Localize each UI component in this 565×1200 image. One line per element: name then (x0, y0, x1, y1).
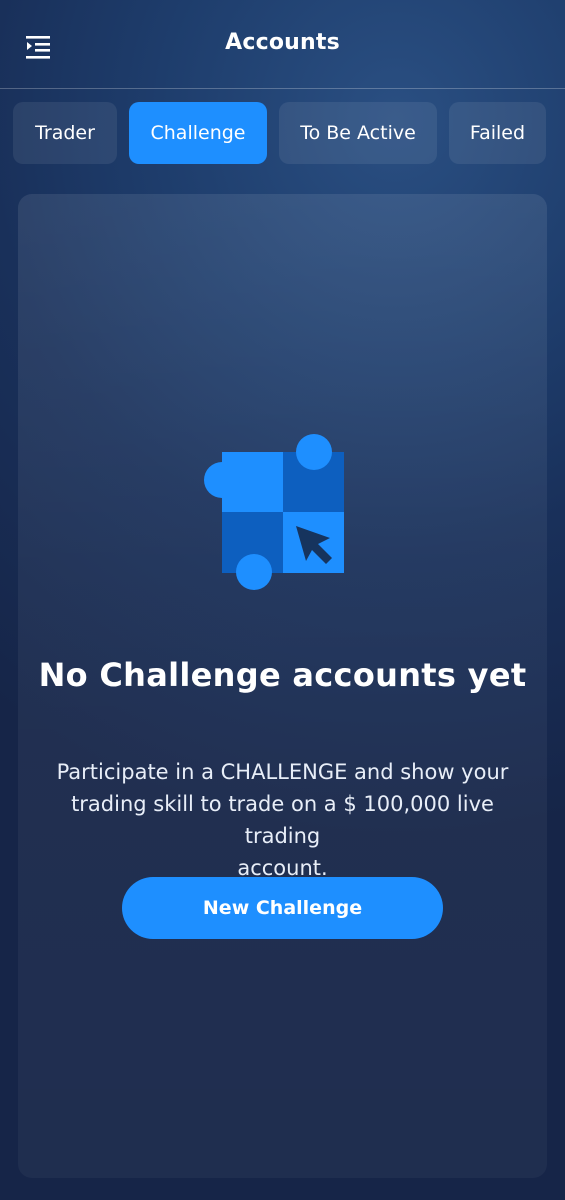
app-header: Accounts (0, 0, 565, 89)
account-tabs: Trader Challenge To Be Active Failed (0, 102, 565, 166)
description-line: Participate in a CHALLENGE and show your (56, 760, 509, 784)
challenge-grid-cursor-icon (200, 430, 370, 600)
tab-challenge[interactable]: Challenge (129, 102, 267, 164)
tab-to-be-active[interactable]: To Be Active (279, 102, 437, 164)
empty-state-description: Participate in a CHALLENGE and show your… (30, 756, 535, 884)
page-title: Accounts (225, 30, 340, 55)
description-line: trading skill to trade on a $ 100,000 li… (71, 792, 494, 848)
tab-failed[interactable]: Failed (449, 102, 546, 164)
empty-state-title: No Challenge accounts yet (38, 656, 527, 694)
tab-trader[interactable]: Trader (13, 102, 117, 164)
new-challenge-button[interactable]: New Challenge (122, 877, 443, 939)
